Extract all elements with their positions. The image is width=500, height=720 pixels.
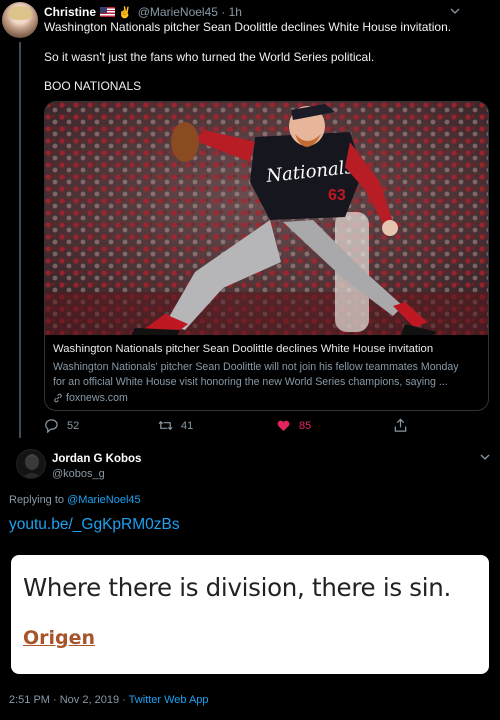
tweet-text-line-3: BOO NATIONALS (44, 79, 142, 93)
share-icon (394, 418, 407, 432)
avatar[interactable] (16, 449, 46, 479)
tweet-text-line-2: So it wasn't just the fans who turned th… (44, 50, 375, 64)
card-domain: foxnews.com (53, 392, 483, 404)
separator: · (122, 694, 126, 706)
card-description-line-1: Washington Nationals' pitcher Sean Dooli… (53, 361, 459, 373)
card-title: Washington Nationals pitcher Sean Doolit… (53, 343, 434, 355)
reply-icon (45, 419, 58, 433)
retweet-icon (158, 420, 173, 431)
youtube-link[interactable]: youtu.be/_GgKpRM0zBs (9, 516, 180, 534)
retweet-count: 41 (181, 419, 194, 432)
peace-hand-icon: ✌ (118, 6, 132, 19)
retweet-button[interactable]: 41 (158, 418, 193, 433)
username-handle: @MarieNoel45 (137, 5, 218, 19)
like-button[interactable]: 85 (276, 418, 311, 433)
card-domain-text: foxnews.com (66, 392, 128, 404)
avatar[interactable] (2, 2, 38, 38)
avatar-silhouette (17, 450, 45, 478)
tweet-header: Christine ✌ @MarieNoel45 · 1h (44, 4, 242, 20)
username-handle[interactable]: @kobos_g (52, 468, 105, 480)
tweet-christine[interactable]: Christine ✌ @MarieNoel45 · 1h Washington… (0, 0, 500, 440)
like-count: 85 (299, 419, 312, 432)
chevron-down-icon[interactable] (450, 6, 460, 16)
replying-to: Replying to @MarieNoel45 (9, 494, 141, 506)
separator: · (221, 5, 226, 19)
replying-to-handle-link[interactable]: @MarieNoel45 (67, 494, 141, 506)
card-text-area: Washington Nationals pitcher Sean Doolit… (53, 343, 483, 404)
heart-icon (277, 420, 290, 432)
share-button[interactable] (393, 418, 416, 433)
card-description-line-2: for an official White House visit honori… (53, 376, 448, 388)
tweet-meta-footer: 2:51 PM · Nov 2, 2019 · Twitter Web App (9, 694, 209, 706)
link-preview-card[interactable]: Nationals 63 Washington Nationals pitche… (44, 101, 489, 411)
tweet-text-line-1: Washington Nationals pitcher Sean Doolit… (44, 20, 452, 34)
tweet-timestamp[interactable]: 2:51 PM · Nov 2, 2019 (9, 694, 119, 706)
card-photo-baseball-pitcher: Nationals 63 (45, 102, 488, 335)
us-flag-icon (100, 7, 116, 17)
quote-source-link[interactable]: Origen (23, 627, 95, 649)
quote-text: Where there is division, there is sin. (23, 573, 451, 602)
link-icon (54, 393, 62, 403)
display-name[interactable]: Christine (44, 5, 96, 19)
tweet-actions-bar: 52 41 85 (44, 418, 424, 436)
card-description: Washington Nationals' pitcher Sean Dooli… (53, 360, 483, 390)
thread-connector-line (19, 42, 21, 438)
chevron-down-icon[interactable] (480, 452, 490, 462)
source-app-link[interactable]: Twitter Web App (129, 694, 209, 706)
quote-image-card[interactable]: Where there is division, there is sin. O… (11, 555, 489, 674)
display-name[interactable]: Jordan G Kobos (52, 453, 141, 465)
reply-count: 52 (67, 419, 80, 432)
replying-to-label: Replying to (9, 494, 65, 506)
jersey-number: 63 (328, 187, 346, 204)
pitcher-photo: Nationals 63 (45, 102, 488, 335)
timestamp[interactable]: 1h (229, 5, 242, 19)
reply-button[interactable]: 52 (44, 418, 79, 433)
username[interactable]: @MarieNoel45 · 1h (138, 5, 242, 19)
